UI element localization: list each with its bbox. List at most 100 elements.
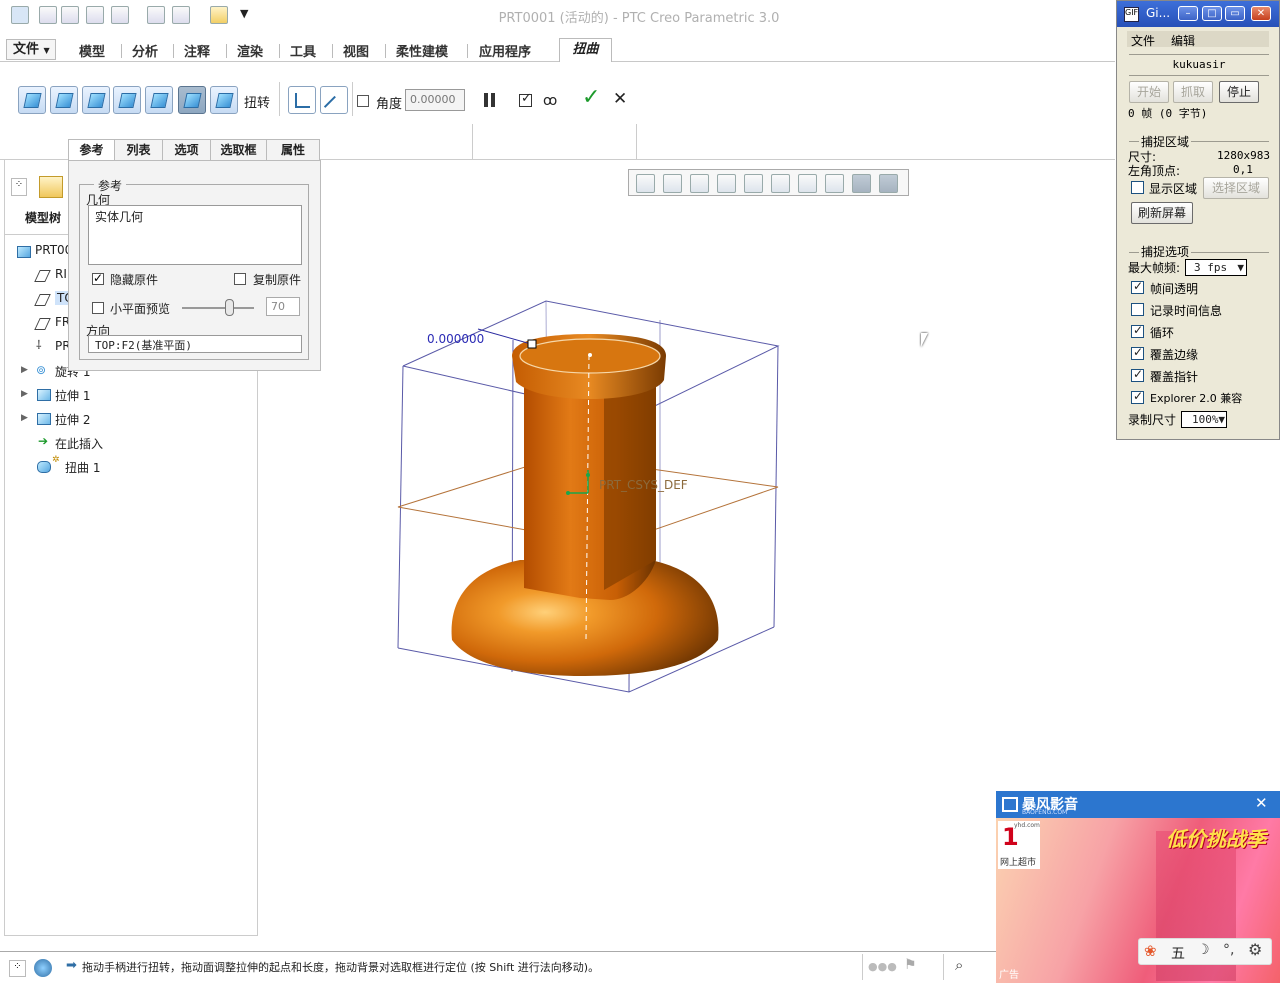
tab-warp[interactable]: 扭曲 (559, 38, 612, 63)
hide-original-checkbox[interactable] (92, 271, 104, 285)
tab-view[interactable]: 视图 (343, 41, 369, 60)
tab-analysis[interactable]: 分析 (132, 41, 158, 60)
warp-tool-icon[interactable] (50, 86, 78, 114)
tab-annotate[interactable]: 注释 (184, 41, 210, 60)
sculpt-tool-icon[interactable] (210, 86, 238, 114)
tree-item-extrude-1[interactable]: 拉伸 1 (55, 387, 90, 404)
dimension-label[interactable]: 0.000000 (427, 332, 484, 346)
zoom-out-icon[interactable] (690, 174, 709, 193)
ad-shop-logo[interactable]: yhd.com 1 网上超市 (998, 821, 1040, 869)
close-button[interactable]: ✕ (1251, 6, 1271, 21)
capture-button[interactable]: 抓取 (1173, 81, 1213, 103)
repaint-icon[interactable] (717, 174, 736, 193)
browser-toggle-icon[interactable] (34, 959, 52, 977)
spin-center-icon[interactable] (879, 174, 898, 193)
facet-value-input[interactable]: 70 (266, 297, 300, 316)
tree-root[interactable]: PRT00 (35, 243, 72, 257)
tab-options[interactable]: 选项 (163, 140, 211, 160)
stretch-tool-icon[interactable] (113, 86, 141, 114)
direction-collector[interactable]: TOP:F2(基准平面) (88, 335, 302, 353)
angle-input[interactable]: 0.00000 (405, 89, 465, 111)
punctuation-icon[interactable]: °, (1223, 942, 1234, 958)
tab-render[interactable]: 渲染 (237, 41, 263, 60)
perspective-icon[interactable] (825, 174, 844, 193)
model-tree-header[interactable]: 模型树 (25, 209, 61, 226)
start-button[interactable]: 开始 (1129, 81, 1169, 103)
tree-toggle-icon[interactable]: ⁘ (11, 178, 27, 196)
gif-menu-edit[interactable]: 编辑 (1171, 32, 1195, 49)
maximize-button[interactable]: □ (1202, 6, 1222, 21)
tree-item-insert-here[interactable]: 在此插入 (55, 435, 103, 452)
verify-checkbox-icon[interactable]: ✓ (519, 91, 532, 107)
tab-model[interactable]: 模型 (79, 41, 105, 60)
ad-ime-mode[interactable]: 五 (1171, 943, 1185, 963)
tab-applications[interactable]: 应用程序 (479, 41, 531, 60)
tab-properties[interactable]: 属性 (267, 140, 319, 160)
show-area-checkbox[interactable] (1131, 181, 1144, 194)
display-style-icon[interactable] (744, 174, 763, 193)
apply-check-icon[interactable]: ✓ (582, 85, 600, 110)
datum-display-icon[interactable] (852, 174, 871, 193)
facet-slider-thumb[interactable] (225, 299, 234, 316)
find-binoculars-icon[interactable]: ⌕ (955, 956, 963, 974)
interframe-transparency-checkbox[interactable] (1131, 279, 1144, 294)
refit-icon[interactable] (636, 174, 655, 193)
twist-drag-handle[interactable] (527, 339, 537, 349)
expand-arrow-icon[interactable]: ▶ (21, 365, 28, 375)
pause-icon[interactable] (484, 93, 488, 107)
copy-original-checkbox[interactable] (234, 273, 246, 285)
regen-status-icon[interactable]: ●●● (868, 960, 897, 973)
stop-button[interactable]: 停止 (1219, 81, 1259, 103)
ad-close-icon[interactable]: ✕ (1255, 794, 1268, 812)
tab-marquee[interactable]: 选取框 (211, 140, 267, 160)
paw-icon[interactable]: ❀ (1144, 942, 1157, 960)
ad-ime-bar[interactable]: ❀ 五 ☽ °, ⚙ (1138, 938, 1272, 965)
tab-references[interactable]: 参考 (69, 140, 115, 160)
transform-tool-icon[interactable] (18, 86, 46, 114)
select-area-button[interactable]: 选择区域 (1203, 177, 1269, 199)
folder-browser-icon[interactable] (39, 176, 63, 198)
facet-preview-checkbox[interactable] (92, 302, 104, 314)
moon-icon[interactable]: ☽ (1197, 942, 1210, 958)
cancel-x-icon[interactable]: ✕ (613, 89, 627, 109)
tab-list[interactable]: 列表 (115, 140, 163, 160)
cover-edges-checkbox[interactable] (1131, 345, 1144, 360)
bend-tool-icon[interactable] (145, 86, 173, 114)
tree-item-extrude-2[interactable]: 拉伸 2 (55, 411, 90, 428)
saved-orientations-icon[interactable] (771, 174, 790, 193)
flag-icon[interactable]: ⚑ (904, 957, 917, 973)
cover-pointer-checkbox[interactable] (1131, 367, 1144, 382)
expand-arrow-icon[interactable]: ▶ (21, 413, 28, 423)
navigator-toggle-icon[interactable]: ⁘ (9, 960, 26, 977)
expand-arrow-icon[interactable]: ▶ (21, 389, 28, 399)
explorer-compat-checkbox[interactable] (1131, 389, 1144, 404)
tree-item-warp-1[interactable]: 扭曲 1 (65, 459, 100, 476)
facet-slider-track[interactable] (182, 307, 254, 309)
record-time-checkbox[interactable] (1131, 303, 1144, 316)
max-fps-select[interactable]: 3 fps ▼ (1185, 259, 1247, 276)
preview-glasses-icon[interactable]: ꝏ (543, 93, 557, 109)
geometry-collector[interactable]: 实体几何 (88, 205, 302, 265)
axis-direction-icon[interactable] (288, 86, 316, 114)
restore-button[interactable]: ▭ (1225, 6, 1245, 21)
record-time-label: 记录时间信息 (1150, 304, 1223, 318)
angle-checkbox[interactable] (357, 95, 369, 107)
file-menu[interactable]: 文件 ▼ (6, 39, 56, 60)
tab-flexible-modeling[interactable]: 柔性建模 (396, 41, 448, 60)
spine-tool-icon[interactable] (82, 86, 110, 114)
loop-checkbox[interactable] (1131, 323, 1144, 338)
twist-tool-icon[interactable] (178, 86, 206, 114)
tree-item-right[interactable]: RI (55, 267, 67, 281)
flip-direction-icon[interactable] (320, 86, 348, 118)
view-manager-icon[interactable] (798, 174, 817, 193)
refresh-screen-button[interactable]: 刷新屏幕 (1131, 202, 1193, 224)
zoom-in-icon[interactable] (663, 174, 682, 193)
graphics-window[interactable] (380, 290, 800, 710)
minimize-button[interactable]: – (1178, 6, 1198, 21)
gif-title-bar[interactable]: GIF Gi... – □ ▭ ✕ (1117, 1, 1279, 27)
gif-menu-file[interactable]: 文件 (1131, 32, 1155, 49)
tab-tools[interactable]: 工具 (290, 41, 316, 60)
gear-icon[interactable]: ⚙ (1248, 940, 1262, 959)
record-size-select[interactable]: 100% ▼ (1181, 411, 1227, 428)
ad-popup[interactable]: 暴风影音 BAOFENG.COM ✕ yhd.com 1 网上超市 低价挑战季 … (996, 791, 1280, 983)
